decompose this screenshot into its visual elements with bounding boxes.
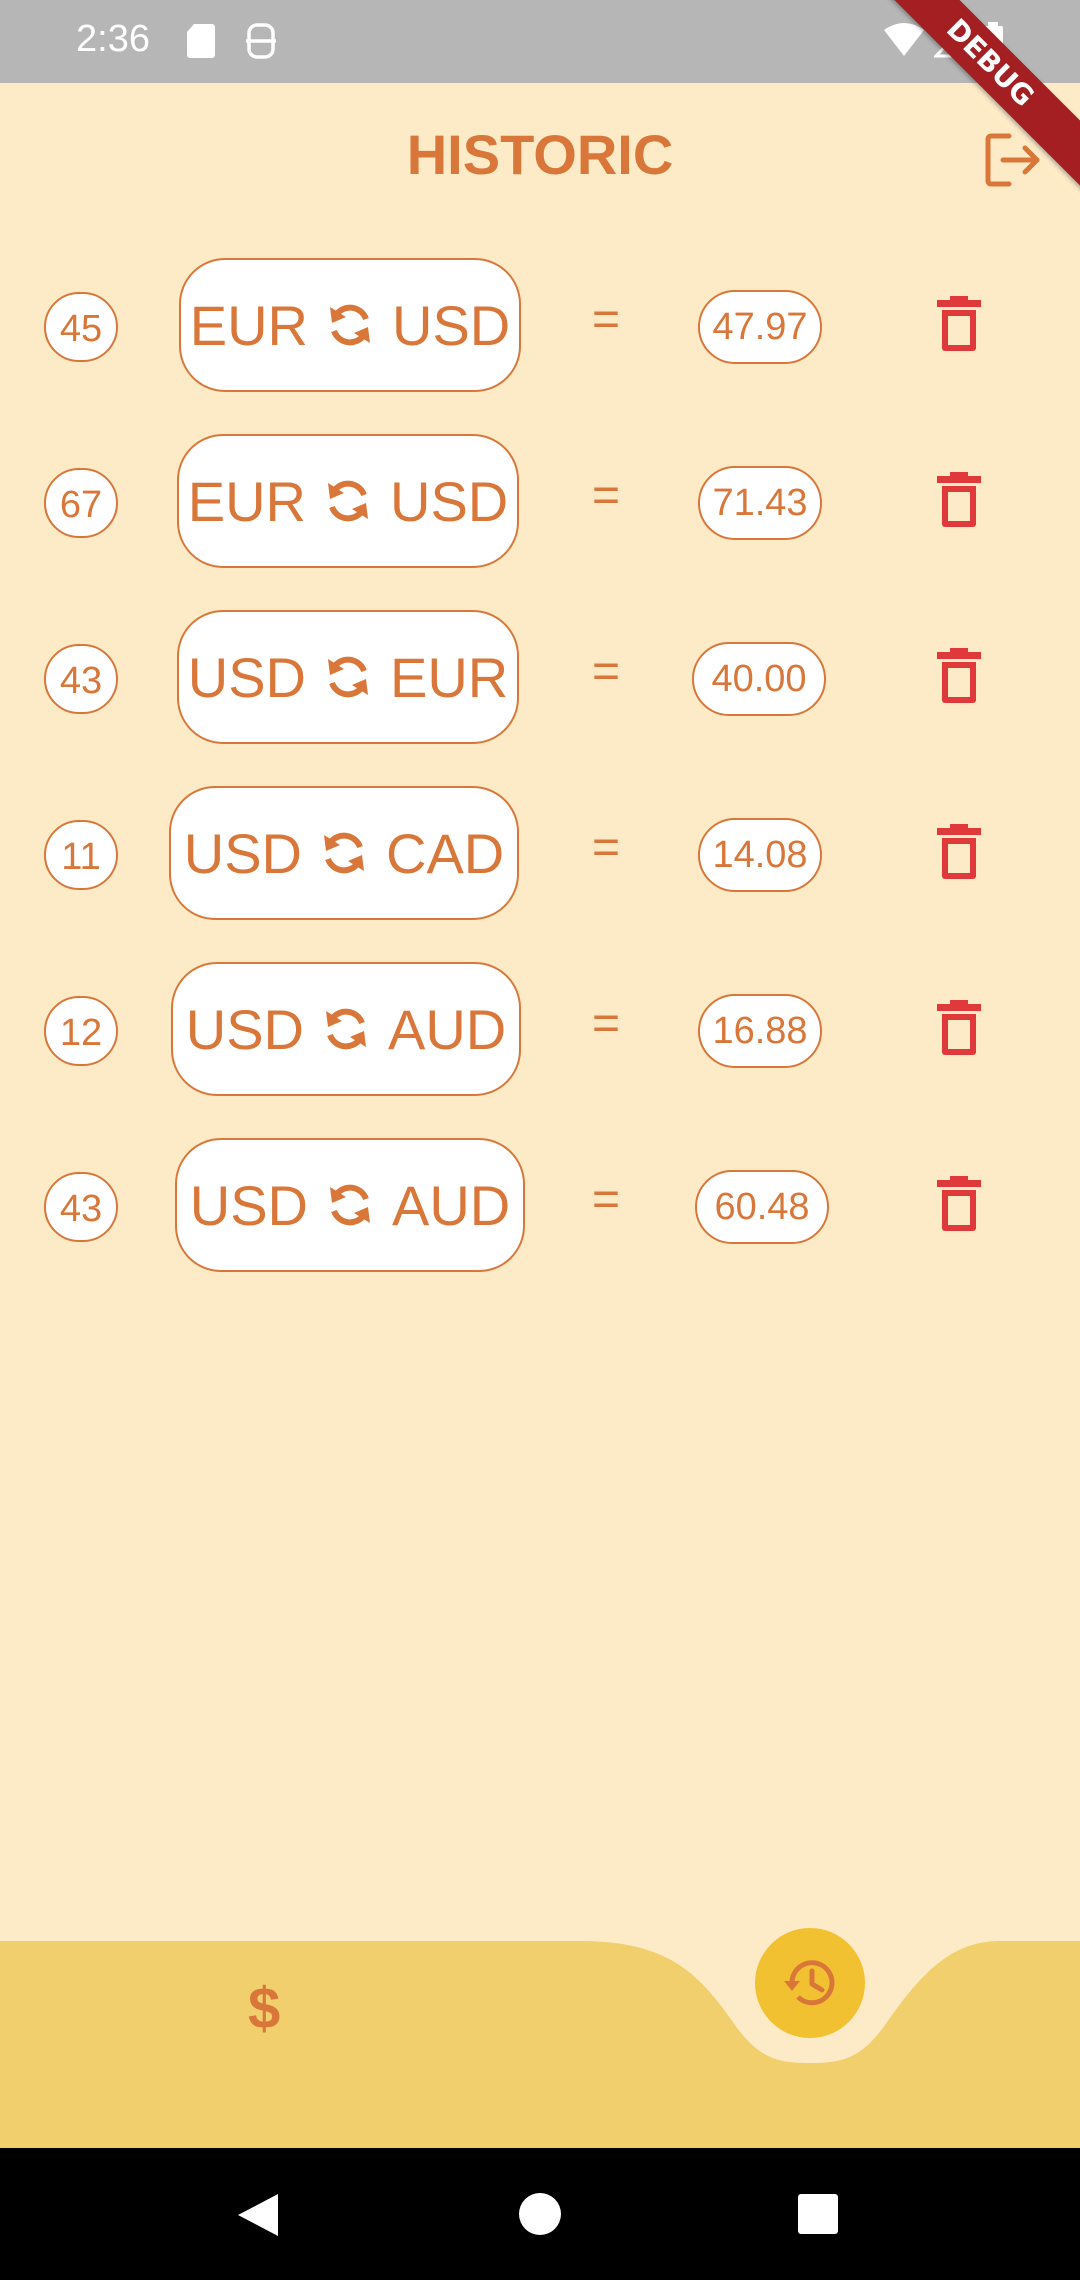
equals-sign: = (592, 469, 621, 522)
amount-badge: 45 (44, 292, 118, 362)
history-row: 43 USD AUD = 60.48 (0, 1136, 1080, 1276)
system-nav-bar (0, 2148, 1080, 2280)
currency-pair-button[interactable]: USD AUD (171, 962, 521, 1096)
equals-sign: = (592, 997, 621, 1050)
history-icon (784, 1960, 835, 2006)
swap-icon (330, 1184, 370, 1226)
swap-icon (324, 832, 364, 874)
result-badge: 14.08 (698, 818, 822, 892)
bottom-nav-bar (0, 1941, 1080, 2148)
to-currency: AUD (392, 1173, 511, 1237)
history-row: 45 EUR USD = 47.97 (0, 256, 1080, 396)
swap-icon (326, 1008, 366, 1050)
equals-sign: = (592, 645, 621, 698)
to-currency: USD (392, 293, 511, 357)
home-icon[interactable] (518, 2192, 562, 2236)
recents-icon[interactable] (797, 2193, 839, 2235)
nav-convert-button[interactable]: $ (248, 1975, 280, 2042)
nav-history-button[interactable] (755, 1928, 865, 2038)
delete-button[interactable] (937, 472, 981, 528)
history-row: 11 USD CAD = 14.08 (0, 784, 1080, 924)
delete-button[interactable] (937, 648, 981, 704)
amount-badge: 43 (44, 1172, 118, 1242)
delete-button[interactable] (937, 1000, 981, 1056)
page-title: HISTORIC (406, 123, 674, 186)
delete-icon (937, 1000, 981, 1055)
amount-badge: 67 (44, 468, 118, 538)
delete-icon (937, 648, 981, 703)
result-badge: 71.43 (698, 466, 822, 540)
amount-badge: 12 (44, 996, 118, 1066)
wifi-icon (884, 23, 924, 56)
currency-pair-button[interactable]: EUR USD (177, 434, 519, 568)
status-time: 2:36 (76, 18, 150, 60)
currency-pair-button[interactable]: USD CAD (169, 786, 519, 920)
amount-badge: 11 (44, 820, 118, 890)
result-badge: 60.48 (695, 1170, 829, 1244)
result-badge: 40.00 (692, 642, 826, 716)
currency-pair-button[interactable]: USD AUD (175, 1138, 525, 1272)
swap-icon (328, 656, 368, 698)
from-currency: USD (183, 821, 302, 885)
delete-button[interactable] (937, 296, 981, 352)
to-currency: AUD (388, 997, 507, 1061)
from-currency: USD (185, 997, 304, 1061)
sd-card-icon (187, 24, 215, 58)
equals-sign: = (592, 1173, 621, 1226)
swap-icon (328, 480, 368, 522)
delete-button[interactable] (937, 824, 981, 880)
from-currency: USD (187, 645, 306, 709)
currency-pair-button[interactable]: EUR USD (179, 258, 521, 392)
delete-button[interactable] (937, 1176, 981, 1232)
swap-icon (330, 304, 370, 346)
to-currency: EUR (390, 645, 509, 709)
history-row: 43 USD EUR = 40.00 (0, 608, 1080, 748)
delete-icon (937, 472, 981, 527)
history-row: 12 USD AUD = 16.88 (0, 960, 1080, 1100)
delete-icon (937, 824, 981, 879)
from-currency: EUR (189, 293, 308, 357)
equals-sign: = (592, 293, 621, 346)
to-currency: USD (390, 469, 509, 533)
result-badge: 47.97 (698, 290, 822, 364)
accessibility-icon (246, 23, 276, 59)
back-icon[interactable] (236, 2192, 280, 2238)
currency-pair-button[interactable]: USD EUR (177, 610, 519, 744)
delete-icon (937, 1176, 981, 1231)
result-badge: 16.88 (698, 994, 822, 1068)
logout-icon[interactable] (983, 130, 1043, 190)
from-currency: EUR (187, 469, 306, 533)
equals-sign: = (592, 821, 621, 874)
to-currency: CAD (386, 821, 505, 885)
amount-badge: 43 (44, 644, 118, 714)
from-currency: USD (189, 1173, 308, 1237)
delete-icon (937, 296, 981, 351)
history-row: 67 EUR USD = 71.43 (0, 432, 1080, 572)
